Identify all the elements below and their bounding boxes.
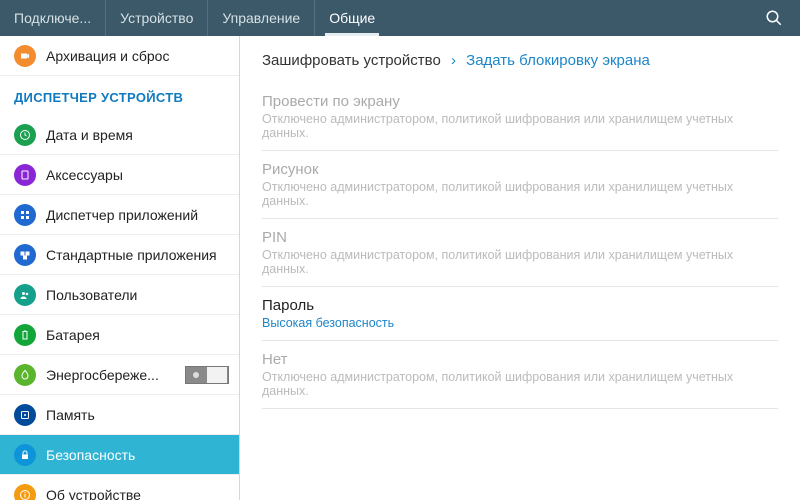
sidebar-item-label: Безопасность bbox=[46, 447, 229, 463]
breadcrumb: Зашифровать устройство › Задать блокиров… bbox=[262, 52, 778, 69]
lock-option-none: Нет Отключено администратором, политикой… bbox=[262, 341, 778, 409]
option-title: Пароль bbox=[262, 297, 778, 314]
sidebar-item-label: Пользователи bbox=[46, 287, 229, 303]
sidebar-item-label: Аксессуары bbox=[46, 167, 229, 183]
lock-option-pattern: Рисунок Отключено администратором, полит… bbox=[262, 151, 778, 219]
power-saving-toggle[interactable] bbox=[185, 366, 229, 384]
backup-reset-icon bbox=[14, 45, 36, 67]
sidebar-item-security[interactable]: Безопасность bbox=[0, 435, 239, 475]
sidebar-item-label: Дата и время bbox=[46, 127, 229, 143]
tab-device[interactable]: Устройство bbox=[106, 0, 208, 36]
option-title: Провести по экрану bbox=[262, 93, 778, 110]
breadcrumb-current: Задать блокировку экрана bbox=[466, 52, 650, 69]
sidebar-item-app-manager[interactable]: Диспетчер приложений bbox=[0, 195, 239, 235]
sidebar-item-label: Память bbox=[46, 407, 229, 423]
option-title: PIN bbox=[262, 229, 778, 246]
option-subtitle: Отключено администратором, политикой шиф… bbox=[262, 112, 778, 140]
sidebar-item-label: Об устройстве bbox=[46, 487, 229, 500]
default-apps-icon bbox=[14, 244, 36, 266]
tab-general[interactable]: Общие bbox=[315, 0, 389, 36]
apps-grid-icon bbox=[14, 204, 36, 226]
sidebar-item-backup-reset[interactable]: Архивация и сброс bbox=[0, 36, 239, 76]
sidebar-item-date-time[interactable]: Дата и время bbox=[0, 115, 239, 155]
accessories-icon bbox=[14, 164, 36, 186]
option-subtitle: Отключено администратором, политикой шиф… bbox=[262, 180, 778, 208]
sidebar-item-label: Стандартные приложения bbox=[46, 247, 229, 263]
sidebar-item-label: Диспетчер приложений bbox=[46, 207, 229, 223]
lock-option-swipe: Провести по экрану Отключено администрат… bbox=[262, 83, 778, 151]
sidebar-item-label: Архивация и сброс bbox=[46, 48, 229, 64]
chevron-right-icon: › bbox=[451, 52, 456, 69]
sidebar-item-power-saving[interactable]: Энергосбереже... bbox=[0, 355, 239, 395]
sidebar-item-accessories[interactable]: Аксессуары bbox=[0, 155, 239, 195]
sidebar-section-title: ДИСПЕТЧЕР УСТРОЙСТВ bbox=[0, 76, 239, 115]
sidebar-item-about-device[interactable]: Об устройстве bbox=[0, 475, 239, 500]
option-subtitle: Высокая безопасность bbox=[262, 316, 778, 330]
option-subtitle: Отключено администратором, политикой шиф… bbox=[262, 370, 778, 398]
clock-icon bbox=[14, 124, 36, 146]
users-icon bbox=[14, 284, 36, 306]
power-saving-icon bbox=[14, 364, 36, 386]
sidebar-item-default-apps[interactable]: Стандартные приложения bbox=[0, 235, 239, 275]
sidebar-item-battery[interactable]: Батарея bbox=[0, 315, 239, 355]
header-bar: Подключе... Устройство Управление Общие bbox=[0, 0, 800, 36]
sidebar: Архивация и сброс ДИСПЕТЧЕР УСТРОЙСТВ Да… bbox=[0, 36, 240, 500]
sidebar-item-users[interactable]: Пользователи bbox=[0, 275, 239, 315]
option-title: Нет bbox=[262, 351, 778, 368]
lock-option-pin: PIN Отключено администратором, политикой… bbox=[262, 219, 778, 287]
header-tabs: Подключе... Устройство Управление Общие bbox=[0, 0, 389, 36]
storage-icon bbox=[14, 404, 36, 426]
lock-icon bbox=[14, 444, 36, 466]
tab-connections[interactable]: Подключе... bbox=[0, 0, 106, 36]
battery-icon bbox=[14, 324, 36, 346]
lock-option-password[interactable]: Пароль Высокая безопасность bbox=[262, 287, 778, 341]
sidebar-item-storage[interactable]: Память bbox=[0, 395, 239, 435]
search-icon[interactable] bbox=[756, 9, 792, 27]
breadcrumb-root[interactable]: Зашифровать устройство bbox=[262, 52, 441, 69]
content-pane: Зашифровать устройство › Задать блокиров… bbox=[240, 36, 800, 500]
tab-management[interactable]: Управление bbox=[208, 0, 315, 36]
sidebar-item-label: Энергосбереже... bbox=[46, 367, 175, 383]
option-subtitle: Отключено администратором, политикой шиф… bbox=[262, 248, 778, 276]
sidebar-item-label: Батарея bbox=[46, 327, 229, 343]
info-icon bbox=[14, 484, 36, 500]
option-title: Рисунок bbox=[262, 161, 778, 178]
